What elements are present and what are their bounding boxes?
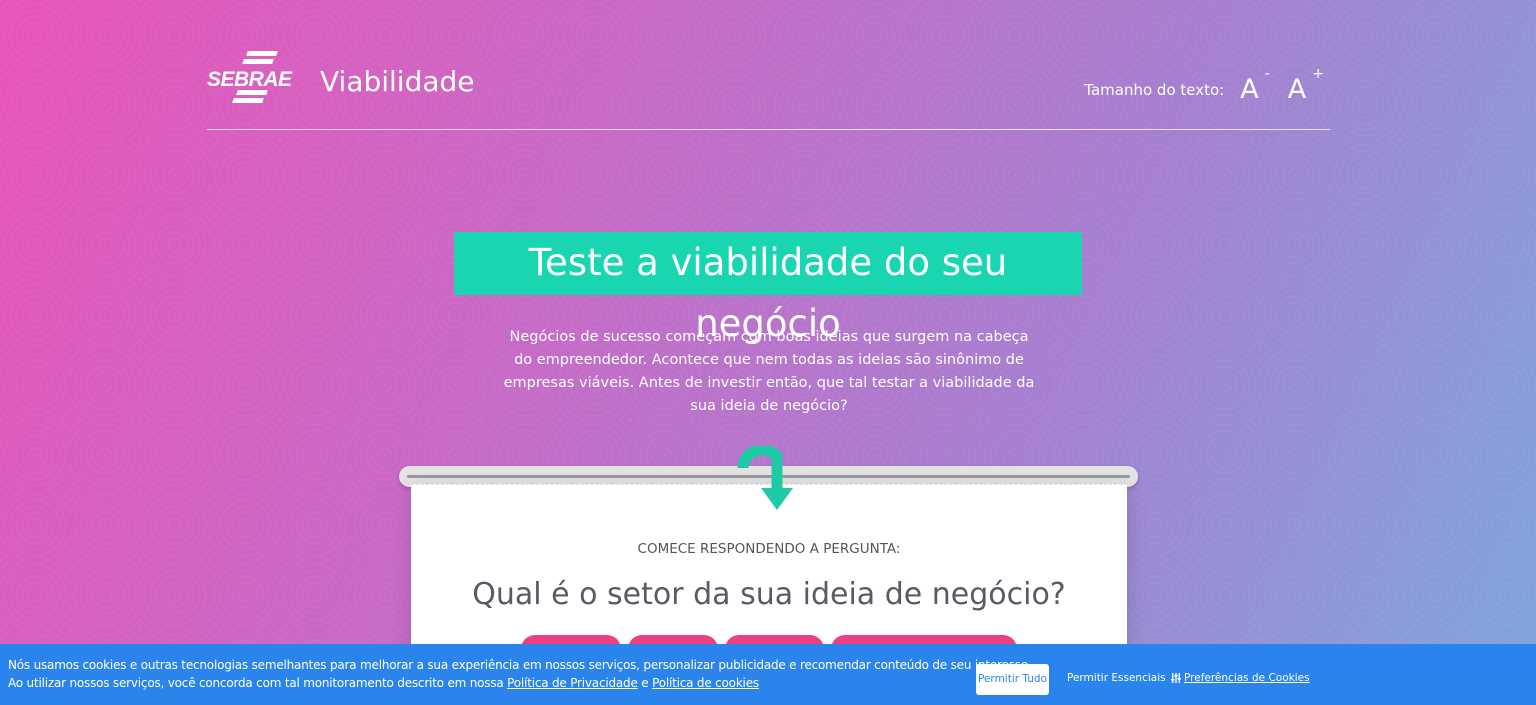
allow-essential-button[interactable]: Permitir Essenciais: [1067, 672, 1166, 684]
text-size-controls: Tamanho do texto: A- A +: [1084, 66, 1324, 105]
sliders-icon: [1171, 673, 1181, 683]
cookie-policy-link[interactable]: Política de cookies: [652, 676, 759, 690]
card-question: Qual é o setor da sua ideia de negócio?: [472, 577, 1066, 612]
curved-arrow-down-icon: [737, 446, 793, 510]
cookie-banner: Nós usamos cookies e outras tecnologias …: [0, 644, 1536, 705]
site-header: SEBRAE Viabilidade Tamanho do texto: A- …: [207, 48, 1330, 130]
allow-all-button[interactable]: Permitir Tudo: [976, 664, 1049, 695]
cookie-and-text: e: [637, 676, 653, 690]
decrease-text-letter: A: [1240, 74, 1259, 105]
text-size-label: Tamanho do texto:: [1084, 80, 1225, 99]
decrease-text-button[interactable]: A-: [1240, 66, 1270, 105]
cookie-preferences-label: Preferências de Cookies: [1184, 672, 1310, 684]
cookie-line-1: Nós usamos cookies e outras tecnologias …: [8, 658, 1032, 672]
hero-title: Teste a viabilidade do seu negócio: [454, 232, 1082, 345]
increase-text-button[interactable]: A +: [1287, 66, 1324, 105]
increase-text-letter: A: [1287, 74, 1307, 105]
privacy-policy-link[interactable]: Política de Privacidade: [507, 676, 638, 690]
sebrae-logo[interactable]: SEBRAE: [207, 51, 307, 106]
card-kicker: COMECE RESPONDENDO A PERGUNTA:: [637, 541, 901, 557]
cookie-preferences-button[interactable]: Preferências de Cookies: [1171, 672, 1310, 684]
cookie-line-2-text: Ao utilizar nossos serviços, você concor…: [8, 676, 508, 690]
plus-sign: +: [1312, 66, 1324, 82]
minus-sign: -: [1264, 66, 1270, 82]
cookie-message: Nós usamos cookies e outras tecnologias …: [8, 656, 1032, 692]
logo-text: SEBRAE: [207, 68, 292, 91]
hero-description: Negócios de sucesso começam com boas ide…: [503, 329, 1035, 414]
cookie-line-2: Ao utilizar nossos serviços, você concor…: [8, 674, 1032, 692]
app-name: Viabilidade: [320, 65, 475, 98]
